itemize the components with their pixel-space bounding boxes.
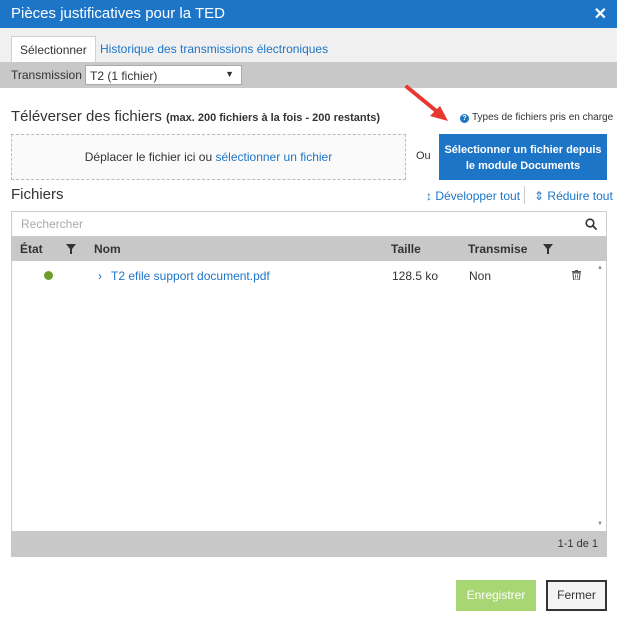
file-types-link[interactable]: ? Types de fichiers pris en charge bbox=[460, 112, 613, 123]
collapse-icon: ⇕ bbox=[534, 189, 545, 203]
expand-icon: ↕ bbox=[426, 189, 432, 203]
tab-transmission-history[interactable]: Historique des transmissions électroniqu… bbox=[92, 36, 336, 62]
file-transmitted: Non bbox=[469, 269, 492, 283]
tab-bar: Sélectionner Historique des transmission… bbox=[0, 28, 617, 62]
column-state[interactable]: État bbox=[20, 242, 43, 256]
chevron-down-icon: ▼ bbox=[225, 69, 234, 79]
transmission-selected-value: T2 (1 fichier) bbox=[90, 69, 158, 83]
transmission-bar: Transmission T2 (1 fichier) ▼ bbox=[0, 62, 617, 88]
dialog-title: Pièces justificatives pour la TED bbox=[11, 5, 225, 22]
help-icon: ? bbox=[460, 114, 469, 123]
save-button[interactable]: Enregistrer bbox=[456, 580, 536, 611]
filter-icon[interactable] bbox=[543, 244, 553, 254]
chevron-right-icon[interactable]: › bbox=[98, 269, 102, 283]
dropzone-text: Déplacer le fichier ici ou bbox=[84, 150, 216, 164]
column-name[interactable]: Nom bbox=[94, 242, 121, 256]
trash-icon[interactable] bbox=[572, 270, 581, 280]
check-circle-icon bbox=[44, 271, 53, 280]
file-size: 128.5 ko bbox=[392, 269, 439, 283]
collapse-all-link[interactable]: ⇕ Réduire tout bbox=[534, 189, 613, 203]
search-icon[interactable] bbox=[585, 218, 597, 230]
file-types-label: Types de fichiers pris en charge bbox=[472, 112, 614, 123]
files-table-header: État Nom Taille Transmise bbox=[11, 237, 607, 261]
documents-button-line1: Sélectionner un fichier depuis bbox=[444, 144, 602, 156]
upload-section-title: Téléverser des fichiers (max. 200 fichie… bbox=[11, 108, 380, 125]
dialog-titlebar: Pièces justificatives pour la TED ✕ bbox=[0, 0, 617, 28]
close-icon[interactable]: ✕ bbox=[594, 4, 607, 24]
pagination-info: 1-1 de 1 bbox=[557, 538, 598, 550]
divider bbox=[524, 186, 525, 204]
scroll-up-icon[interactable]: ▲ bbox=[597, 265, 603, 271]
vertical-scrollbar[interactable]: ▲ ▼ bbox=[594, 261, 606, 531]
transmission-label: Transmission bbox=[11, 68, 82, 82]
files-section-title: Fichiers bbox=[11, 186, 64, 203]
file-dropzone[interactable]: Déplacer le fichier ici ou sélectionner … bbox=[11, 134, 406, 180]
expand-all-label: Développer tout bbox=[435, 189, 521, 203]
expand-all-link[interactable]: ↕ Développer tout bbox=[426, 189, 520, 203]
files-table-footer: 1-1 de 1 bbox=[11, 531, 607, 557]
documents-button-line2: le module Documents bbox=[465, 160, 581, 172]
red-arrow-annotation-icon bbox=[405, 85, 448, 121]
file-name-link[interactable]: T2 efile support document.pdf bbox=[111, 269, 270, 283]
table-row[interactable]: › T2 efile support document.pdf 128.5 ko… bbox=[12, 263, 592, 287]
files-table-body: › T2 efile support document.pdf 128.5 ko… bbox=[11, 261, 607, 531]
upload-limit-text: (max. 200 fichiers à la fois - 200 resta… bbox=[166, 112, 381, 124]
search-input[interactable] bbox=[12, 212, 582, 236]
column-size[interactable]: Taille bbox=[391, 242, 421, 256]
filter-icon[interactable] bbox=[66, 244, 76, 254]
scroll-down-icon[interactable]: ▼ bbox=[597, 521, 603, 527]
select-from-documents-button[interactable]: Sélectionner un fichier depuis le module… bbox=[439, 134, 607, 180]
close-button[interactable]: Fermer bbox=[546, 580, 607, 611]
transmission-select[interactable]: T2 (1 fichier) ▼ bbox=[85, 65, 242, 85]
tab-select[interactable]: Sélectionner bbox=[11, 36, 96, 62]
upload-title: Téléverser des fichiers bbox=[11, 108, 162, 125]
files-search-box bbox=[11, 211, 607, 237]
collapse-all-label: Réduire tout bbox=[547, 189, 613, 203]
or-label: Ou bbox=[416, 150, 431, 162]
column-transmitted[interactable]: Transmise bbox=[468, 242, 527, 256]
select-file-link[interactable]: sélectionner un fichier bbox=[216, 150, 333, 164]
